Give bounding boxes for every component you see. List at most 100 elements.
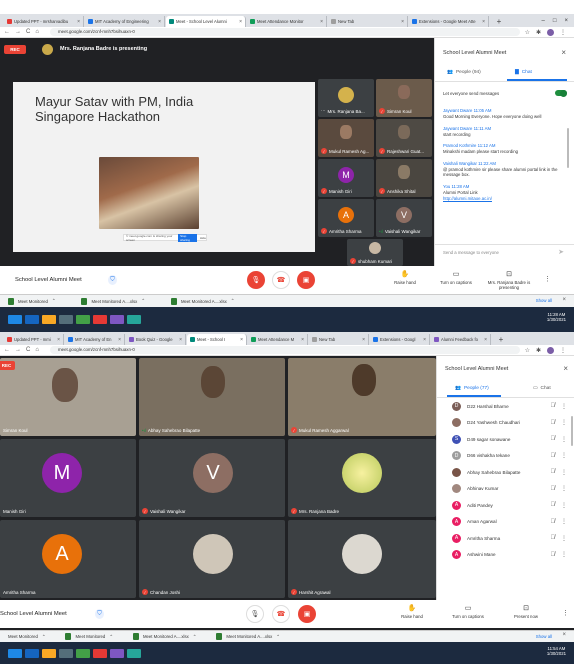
browser-tab[interactable]: Updated PPT - mrsharvadibu × xyxy=(4,16,84,27)
star-icon[interactable]: ☆ xyxy=(525,347,530,354)
captions-button[interactable]: ▭ Turn on captions xyxy=(436,270,476,285)
ie-icon[interactable] xyxy=(25,648,39,658)
participant-tile[interactable]: Simran Koul xyxy=(0,358,136,436)
browser-tab[interactable]: MIT Academy of En × xyxy=(65,334,125,345)
participant-tile[interactable]: ∕ Mukul Ramesh Ag... xyxy=(318,119,374,157)
close-tab-icon[interactable]: × xyxy=(239,19,242,25)
extension-icon[interactable]: ✱ xyxy=(536,347,541,354)
show-all-link[interactable]: Show all xyxy=(536,634,552,639)
url-field[interactable]: meet.google.com/zcnf-mnh7bsihuaxn-0 xyxy=(49,28,520,36)
raise-hand-button[interactable]: ✋ Raise hand xyxy=(390,270,420,285)
camera-off-button[interactable]: ▣ xyxy=(297,271,315,289)
people-scrollbar[interactable] xyxy=(571,416,573,446)
chat-tab[interactable]: ▭ Chat xyxy=(533,386,551,391)
close-downloads-icon[interactable]: × xyxy=(562,297,566,303)
more-options-icon[interactable]: ⋮ xyxy=(561,551,567,558)
minimize-icon[interactable]: – xyxy=(542,18,545,24)
participant-tile[interactable]: ∕ Rajeshwari Guat... xyxy=(376,119,432,157)
browser-tab[interactable]: Meet Attendance M × xyxy=(248,334,308,345)
explorer-icon[interactable] xyxy=(42,315,56,324)
participant-tile[interactable]: ∕ Mukul Ramesh Aggarwal xyxy=(288,358,436,436)
close-tab-icon[interactable]: × xyxy=(482,19,485,25)
participant-tile[interactable]: A Amritha Sharma xyxy=(0,520,136,598)
participant-tile[interactable]: ∕ Anshika Shital xyxy=(376,159,432,197)
download-item[interactable]: Meet Monitored ⌃ xyxy=(8,297,56,305)
mic-off-icon[interactable]: 🎙̸ xyxy=(551,502,556,508)
message-input[interactable]: Send a message to everyone xyxy=(443,250,499,255)
participant-list-item[interactable]: D D22 Harshal Bharne 🎙̸ ⋮ xyxy=(437,398,574,415)
app-icon[interactable] xyxy=(110,648,124,658)
chat-tab[interactable]: ▇ Chat xyxy=(515,70,532,75)
hide-button[interactable]: Hide xyxy=(200,236,206,240)
browser-tab[interactable]: Alumni Feedback fo × xyxy=(431,334,491,345)
close-tab-icon[interactable]: × xyxy=(118,337,121,343)
start-icon[interactable] xyxy=(8,648,22,658)
download-item[interactable]: Meet Monitored A....xlsx ⌃ xyxy=(216,633,280,640)
app-icon[interactable] xyxy=(127,315,141,324)
present-now-button[interactable]: ⊡ Present now xyxy=(508,604,544,619)
close-tab-icon[interactable]: × xyxy=(484,337,487,343)
people-tab[interactable]: 👥 People (94) xyxy=(447,70,481,75)
more-options-icon[interactable]: ⋮ xyxy=(561,485,567,492)
chat-scrollbar[interactable] xyxy=(567,128,569,168)
mic-button[interactable]: 🎙 xyxy=(246,605,264,623)
mic-off-icon[interactable]: 🎙̸ xyxy=(551,535,556,541)
home-icon[interactable]: ⌂ xyxy=(35,29,39,35)
close-tab-icon[interactable]: × xyxy=(423,337,426,343)
stop-sharing-button[interactable]: Stop sharing xyxy=(178,233,197,242)
people-tab[interactable]: 👥 People (77) xyxy=(455,386,489,391)
security-shield-icon[interactable]: ⛉ xyxy=(95,609,104,619)
download-item[interactable]: Meet Monitored ⌃ xyxy=(8,634,45,640)
mic-off-icon[interactable]: 🎙̸ xyxy=(551,519,556,525)
back-icon[interactable]: ← xyxy=(4,347,10,353)
participant-tile[interactable]: ∕ shubham Kumari xyxy=(347,239,403,266)
participant-tile[interactable]: V ∕ Vaishali Wangikar xyxy=(139,439,285,517)
profile-avatar[interactable] xyxy=(547,28,554,36)
more-options-icon[interactable]: ⋮ xyxy=(561,502,567,509)
close-icon[interactable]: × xyxy=(561,48,566,57)
participant-tile[interactable]: ∕ Mrs. Ranjana Badre xyxy=(288,439,436,517)
browser-tab[interactable]: MIT Academy of Engineering × xyxy=(85,16,165,27)
participant-list-item[interactable]: S D49 sagar sonawane 🎙̸ ⋮ xyxy=(437,431,574,448)
participant-tile[interactable]: ⋯ Mrs. Ranjana Ba... xyxy=(318,79,374,117)
security-shield-icon[interactable]: ⛉ xyxy=(108,275,117,285)
menu-icon[interactable]: ⋮ xyxy=(560,347,566,354)
chevron-up-icon[interactable]: ⌃ xyxy=(193,634,197,640)
participant-tile[interactable]: ∕ Harshit Agrawal xyxy=(288,520,436,598)
reload-icon[interactable]: C xyxy=(26,347,30,353)
participant-tile[interactable]: A ∕ Amritha Sharma xyxy=(318,199,374,237)
chevron-up-icon[interactable]: ⌃ xyxy=(276,634,280,640)
chevron-up-icon[interactable]: ⌃ xyxy=(109,634,113,640)
participant-tile[interactable]: •ıl Abhay Sahebrao Bilapatte xyxy=(139,358,285,436)
more-options-icon[interactable]: ⋮ xyxy=(561,436,567,443)
close-tab-icon[interactable]: × xyxy=(362,337,365,343)
leave-call-button[interactable]: ☎ xyxy=(272,605,290,623)
more-options-icon[interactable]: ⋮ xyxy=(561,419,567,426)
chevron-up-icon[interactable]: ⌃ xyxy=(42,634,46,640)
close-tab-icon[interactable]: × xyxy=(57,337,60,343)
back-icon[interactable]: ← xyxy=(4,29,10,35)
browser-tab[interactable]: Updated PPT - mmi × xyxy=(4,334,64,345)
star-icon[interactable]: ☆ xyxy=(525,29,530,36)
forward-icon[interactable]: → xyxy=(15,347,21,353)
forward-icon[interactable]: → xyxy=(15,29,21,35)
reload-icon[interactable]: C xyxy=(26,29,30,35)
more-options-icon[interactable]: ⋮ xyxy=(561,452,567,459)
browser-tab[interactable]: Extensions - Googl × xyxy=(370,334,430,345)
participant-tile[interactable]: V •ıl Vaishali Wangikar xyxy=(376,199,432,237)
participant-list-item[interactable]: A Ashwini Mane 🎙̸ ⋮ xyxy=(437,547,574,564)
meeting-title[interactable]: School Level Alumni Meet xyxy=(0,611,67,617)
close-window-icon[interactable]: × xyxy=(564,18,568,24)
participant-tile[interactable]: ∕ Chandan Joshi xyxy=(139,520,285,598)
close-tab-icon[interactable]: × xyxy=(179,337,182,343)
menu-icon[interactable]: ⋮ xyxy=(560,29,566,36)
presenting-button[interactable]: ⊡ Mrs. Ranjana Badre is presenting xyxy=(486,270,532,290)
download-item[interactable]: Meet Monitored A....xlsx ⌃ xyxy=(132,633,197,640)
chevron-up-icon[interactable]: ⌃ xyxy=(52,298,56,304)
chevron-up-icon[interactable]: ⌃ xyxy=(141,298,145,304)
chrome-icon[interactable] xyxy=(76,315,90,324)
mic-off-icon[interactable]: 🎙̸ xyxy=(551,453,556,459)
app-icon[interactable] xyxy=(127,648,141,658)
new-tab-button[interactable]: + xyxy=(494,335,508,344)
show-all-link[interactable]: Show all xyxy=(536,298,552,303)
